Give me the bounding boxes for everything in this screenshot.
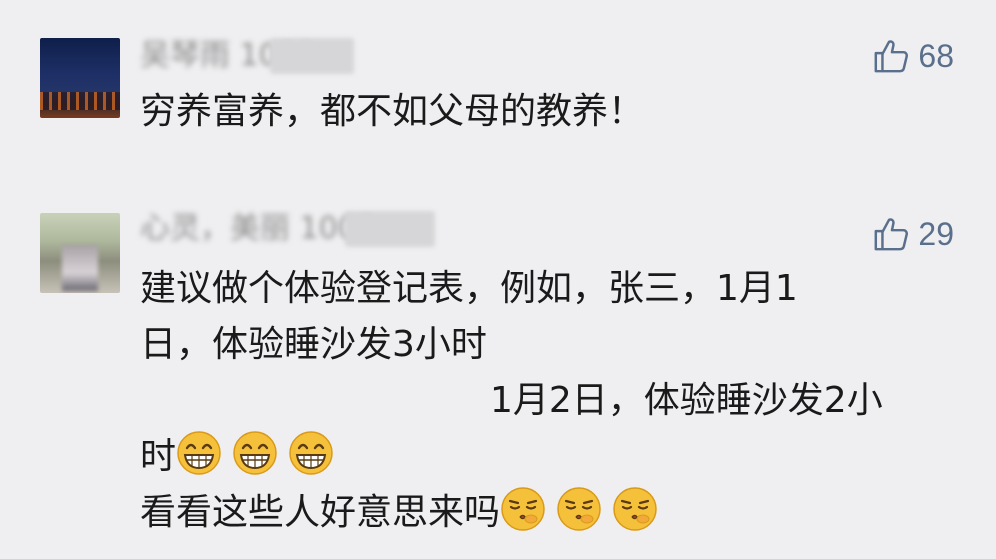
grinning-face-icon [289, 431, 333, 475]
comment-item: 心灵，美丽 1000 29 建议做个体验登记表，例如，张三，1月1 日，体验睡沙… [0, 195, 996, 559]
avatar[interactable] [40, 213, 120, 293]
grinning-face-icon [233, 431, 277, 475]
thumbs-up-icon [874, 218, 909, 251]
thumbs-up-icon [874, 40, 909, 73]
like-count: 68 [918, 37, 954, 74]
username-redaction [270, 38, 354, 74]
comment-text: 穷养富养，都不如父母的教养！ [140, 84, 956, 140]
like-button[interactable]: 29 [872, 212, 954, 256]
smirking-face-icon [613, 487, 657, 531]
avatar[interactable] [40, 38, 120, 118]
smirking-face-icon [557, 487, 601, 531]
comment-line: 1月2日，体验睡沙发2小 [490, 380, 883, 421]
comment-line: 日，体验睡沙发3小时 [140, 324, 487, 365]
username-text: 心灵，美丽 1000 [140, 211, 376, 246]
comment-item: 吴琴雨 1000 68 穷养富养，都不如父母的教养！ [0, 0, 996, 195]
comment-line-text: 看看这些人好意思来吗 [140, 492, 501, 533]
smirk-emoji-row [500, 487, 668, 533]
like-button[interactable]: 68 [872, 34, 954, 78]
smirking-face-icon [501, 487, 545, 531]
comment-line-with-emoji: 看看这些人好意思来吗 [140, 485, 956, 541]
grinning-face-icon [177, 431, 221, 475]
like-count: 29 [918, 215, 954, 252]
username-redaction [345, 211, 435, 247]
comment-line: 建议做个体验登记表，例如，张三，1月1 [140, 268, 798, 309]
comment-line-text: 时 [140, 436, 177, 477]
grin-emoji-row [176, 431, 344, 477]
comment-line: 穷养富养，都不如父母的教养！ [140, 91, 645, 132]
comment-text: 建议做个体验登记表，例如，张三，1月1 日，体验睡沙发3小时 1月2日，体验睡沙… [140, 261, 956, 541]
comment-line-with-emoji: 时 [140, 429, 956, 485]
